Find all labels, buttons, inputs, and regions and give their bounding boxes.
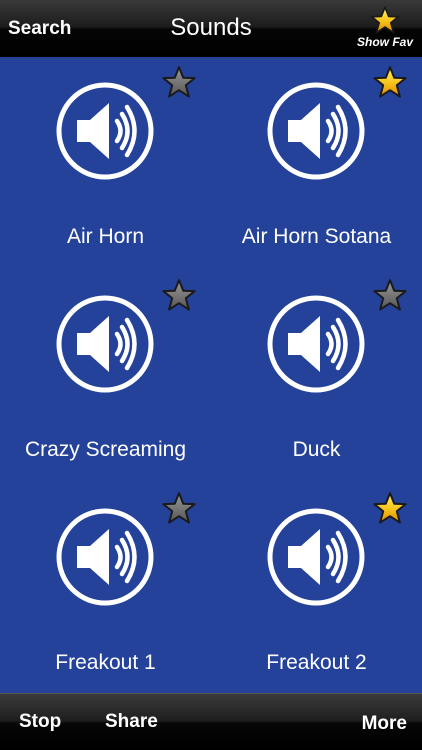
speaker-icon[interactable] xyxy=(55,507,155,607)
speaker-icon[interactable] xyxy=(55,81,155,181)
speaker-icon[interactable] xyxy=(266,507,366,607)
star-icon xyxy=(370,6,400,34)
sound-item[interactable]: Duck xyxy=(211,270,422,482)
favorite-star-icon[interactable] xyxy=(373,491,407,525)
more-button[interactable]: More xyxy=(362,713,407,735)
share-button[interactable]: Share xyxy=(105,711,158,733)
favorite-star-icon[interactable] xyxy=(373,278,407,312)
bottom-toolbar: Stop Share More xyxy=(0,693,422,750)
sound-item[interactable]: Freakout 2 xyxy=(211,483,422,695)
sound-item[interactable]: Freakout 1 xyxy=(0,483,211,695)
favorite-star-icon[interactable] xyxy=(162,65,196,99)
sound-label: Freakout 2 xyxy=(266,651,367,674)
sound-label: Duck xyxy=(292,438,341,461)
search-button[interactable]: Search xyxy=(8,18,71,40)
show-favorites-label: Show Fav xyxy=(356,35,413,49)
sound-item[interactable]: Crazy Screaming xyxy=(0,270,211,482)
sound-label: Crazy Screaming xyxy=(24,438,187,461)
sound-label: Air Horn xyxy=(66,225,145,248)
sound-label: Freakout 1 xyxy=(55,651,156,674)
sounds-grid: Air Horn Air Horn Sotana Crazy Screaming xyxy=(0,57,422,693)
sound-item[interactable]: Air Horn xyxy=(0,57,211,269)
favorite-star-icon[interactable] xyxy=(162,278,196,312)
stop-button[interactable]: Stop xyxy=(19,711,61,733)
speaker-icon[interactable] xyxy=(55,294,155,394)
sound-label: Air Horn Sotana xyxy=(241,225,392,248)
speaker-icon[interactable] xyxy=(266,81,366,181)
navigation-bar: Search Sounds Show Fav xyxy=(0,0,422,57)
favorite-star-icon[interactable] xyxy=(162,491,196,525)
favorite-star-icon[interactable] xyxy=(373,65,407,99)
show-favorites-button[interactable]: Show Fav xyxy=(352,6,418,52)
speaker-icon[interactable] xyxy=(266,294,366,394)
sound-item[interactable]: Air Horn Sotana xyxy=(211,57,422,269)
